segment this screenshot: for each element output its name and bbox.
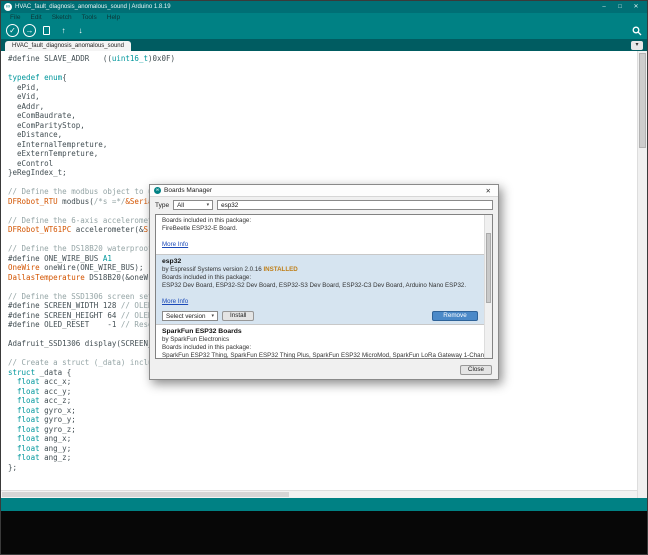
tabbar: HVAC_fault_diagnosis_anomalous_sound ▾ [1, 39, 647, 51]
new-sketch-icon [43, 26, 50, 35]
scrollbar-thumb[interactable] [639, 53, 646, 148]
boards-included-text: FireBeetle ESP32-E Board. [162, 225, 486, 233]
chevron-down-icon: ▾ [635, 42, 638, 48]
installed-badge: INSTALLED [263, 266, 297, 273]
type-dropdown-value: All [177, 202, 184, 209]
save-icon: ↓ [79, 26, 83, 36]
package-controls: Select version ▾ Install Remove [162, 311, 486, 321]
arduino-app-icon: ∞ [4, 3, 12, 11]
open-icon: ↑ [62, 26, 66, 36]
code-line: eDistance, [8, 130, 175, 140]
board-entry-esp32[interactable]: esp32 by Espressif Systems version 2.0.1… [156, 255, 492, 324]
editor-horizontal-scrollbar[interactable] [1, 490, 638, 498]
code-line: float gyro_y; [8, 415, 175, 425]
code-line: eAddr, [8, 102, 175, 112]
chevron-down-icon: ▾ [207, 202, 210, 208]
dialog-title: Boards Manager [164, 187, 212, 194]
maximize-button[interactable]: □ [612, 2, 628, 13]
remove-button[interactable]: Remove [432, 311, 478, 321]
boards-included-text: SparkFun ESP32 Thing, SparkFun ESP32 Thi… [162, 352, 486, 359]
package-byline: by SparkFun Electronics [162, 336, 486, 344]
arduino-ide-window: ∞ HVAC_fault_diagnosis_anomalous_sound |… [0, 0, 648, 555]
chevron-down-icon: ▾ [211, 313, 214, 319]
tab-label: HVAC_fault_diagnosis_anomalous_sound [12, 43, 124, 49]
code-line: float acc_z; [8, 396, 175, 406]
menu-file[interactable]: File [5, 14, 25, 21]
code-line: eVid, [8, 92, 175, 102]
code-line [8, 64, 175, 74]
tab-list-button[interactable]: ▾ [631, 41, 643, 50]
board-entry-sparkfun[interactable]: SparkFun ESP32 Boards by SparkFun Electr… [156, 325, 492, 359]
select-version-dropdown[interactable]: Select version ▾ [162, 311, 218, 321]
dialog-close-icon[interactable]: ✕ [483, 187, 494, 195]
select-version-value: Select version [166, 313, 206, 320]
type-dropdown[interactable]: All ▾ [173, 200, 213, 210]
code-line: typedef enum{ [8, 73, 175, 83]
code-line: eComBaudrate, [8, 111, 175, 121]
upload-button[interactable]: → [23, 24, 36, 37]
verify-button[interactable]: ✓ [6, 24, 19, 37]
search-input-value: esp32 [221, 202, 238, 209]
console-output [1, 511, 647, 555]
menu-edit[interactable]: Edit [25, 14, 46, 21]
code-line: eControl [8, 159, 175, 169]
code-line: eComParityStop, [8, 121, 175, 131]
toolbar: ✓ → ↑ ↓ [1, 22, 647, 39]
window-title: HVAC_fault_diagnosis_anomalous_sound | A… [15, 4, 171, 10]
upload-icon: → [26, 26, 34, 36]
menu-help[interactable]: Help [102, 14, 125, 21]
search-input[interactable]: esp32 [217, 200, 493, 210]
new-sketch-button[interactable] [40, 24, 53, 37]
verify-icon: ✓ [9, 26, 16, 36]
menu-tools[interactable]: Tools [77, 14, 102, 21]
boards-included-label: Boards included in this package: [162, 344, 486, 352]
package-byline: by Espressif Systems version 2.0.16 [162, 266, 263, 273]
code-line: float gyro_z; [8, 425, 175, 435]
code-line: float acc_y; [8, 387, 175, 397]
boards-included-label: Boards included in this package: [162, 274, 486, 282]
close-dialog-button[interactable]: Close [460, 365, 492, 375]
serial-monitor-icon [632, 26, 642, 36]
scrollbar-thumb[interactable] [486, 233, 491, 303]
code-line: float ang_y; [8, 444, 175, 454]
code-line: float ang_x; [8, 434, 175, 444]
board-entry-partial[interactable]: Boards included in this package: FireBee… [156, 215, 492, 254]
code-line: eInternalTempreture, [8, 140, 175, 150]
editor-vertical-scrollbar[interactable] [637, 51, 647, 498]
type-label: Type [155, 202, 169, 209]
more-info-link[interactable]: More Info [162, 298, 188, 306]
menu-sketch[interactable]: Sketch [47, 14, 77, 21]
boards-included-label: Boards included in this package: [162, 217, 486, 225]
code-line: ePid, [8, 83, 175, 93]
arduino-app-icon: ∞ [154, 187, 161, 194]
open-button[interactable]: ↑ [57, 24, 70, 37]
boards-list: Boards included in this package: FireBee… [155, 214, 493, 359]
minimize-button[interactable]: – [596, 2, 612, 13]
close-button[interactable]: ✕ [628, 2, 644, 13]
titlebar: ∞ HVAC_fault_diagnosis_anomalous_sound |… [1, 1, 647, 13]
tab-sketch[interactable]: HVAC_fault_diagnosis_anomalous_sound [5, 41, 131, 51]
package-name: esp32 [162, 257, 486, 266]
scrollbar-thumb[interactable] [2, 492, 289, 497]
list-scrollbar[interactable] [484, 215, 492, 358]
code-line: float gyro_x; [8, 406, 175, 416]
save-button[interactable]: ↓ [74, 24, 87, 37]
dialog-controls: Type All ▾ esp32 [150, 197, 498, 212]
code-line: #define SLAVE_ADDR ((uint16_t)0x0F) [8, 54, 175, 64]
more-info-link[interactable]: More Info [162, 241, 188, 249]
serial-monitor-button[interactable] [630, 24, 643, 37]
install-button[interactable]: Install [222, 311, 254, 321]
code-line: }eRegIndex_t; [8, 168, 175, 178]
code-line: eExternTempreture, [8, 149, 175, 159]
code-line: }; [8, 463, 175, 473]
dialog-titlebar: ∞ Boards Manager ✕ [150, 185, 498, 197]
package-name: SparkFun ESP32 Boards [162, 327, 486, 336]
menubar: FileEditSketchToolsHelp [1, 13, 647, 22]
boards-included-text: ESP32 Dev Board, ESP32-S2 Dev Board, ESP… [162, 282, 486, 290]
window-controls: – □ ✕ [596, 2, 644, 13]
boards-manager-dialog: ∞ Boards Manager ✕ Type All ▾ esp32 Boar… [149, 184, 499, 380]
dialog-footer: Close [150, 361, 498, 379]
code-line: float ang_z; [8, 453, 175, 463]
status-bar [1, 498, 647, 511]
